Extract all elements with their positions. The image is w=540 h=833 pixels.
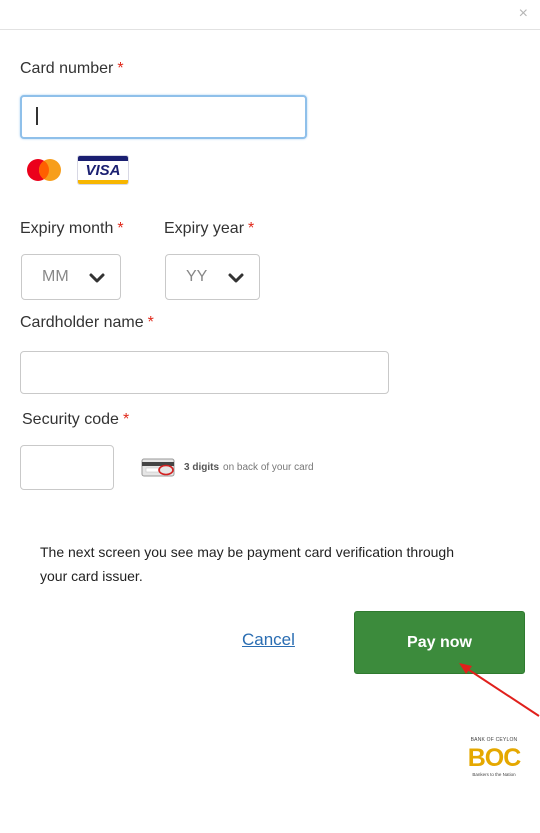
security-code-hint: 3 digits on back of your card <box>141 455 314 479</box>
required-marker: * <box>122 411 130 428</box>
cancel-link[interactable]: Cancel <box>242 630 295 650</box>
cardholder-name-label: Cardholder name * <box>20 314 154 332</box>
visa-text: VISA <box>85 162 121 179</box>
card-back-cvv-icon <box>141 458 175 477</box>
expiry-year-label-text: Expiry year <box>164 220 245 237</box>
chevron-down-icon <box>228 273 244 283</box>
expiry-month-label: Expiry month * <box>20 220 124 238</box>
mastercard-icon <box>27 159 61 181</box>
text-cursor <box>36 107 38 125</box>
required-marker: * <box>117 220 124 237</box>
dialog-header: × <box>0 0 540 30</box>
required-marker: * <box>147 314 154 331</box>
card-number-input[interactable] <box>20 95 307 139</box>
verification-note: The next screen you see may be payment c… <box>40 544 454 584</box>
cardholder-name-input[interactable] <box>20 351 389 394</box>
boc-logo-icon: BOC <box>468 744 523 771</box>
card-number-label: Card number * <box>20 60 124 78</box>
security-code-input[interactable] <box>20 445 114 490</box>
required-marker: * <box>248 220 255 237</box>
security-code-label-text: Security code <box>22 411 119 428</box>
accepted-cards: VISA <box>20 152 140 186</box>
bank-logo: BANK OF CEYLON BOC Bankers to the Nation <box>462 737 526 781</box>
close-icon[interactable]: × <box>519 5 528 23</box>
annotation-arrow <box>459 663 540 717</box>
required-marker: * <box>117 60 124 77</box>
card-number-label-text: Card number <box>20 60 114 77</box>
cardholder-name-label-text: Cardholder name <box>20 314 144 331</box>
expiry-year-label: Expiry year * <box>164 220 254 238</box>
security-code-label: Security code * <box>22 411 129 429</box>
expiry-year-value: YY <box>186 268 208 285</box>
chevron-down-icon <box>89 273 105 283</box>
bank-logo-bottom-text: Bankers to the Nation <box>472 772 516 777</box>
expiry-month-value: MM <box>42 268 69 285</box>
expiry-month-label-text: Expiry month <box>20 220 114 237</box>
svg-text:BOC: BOC <box>468 744 522 771</box>
security-code-hint-bold: 3 digits <box>184 461 220 473</box>
visa-icon: VISA <box>77 155 129 185</box>
security-code-hint-text: on back of your card <box>223 461 314 473</box>
expiry-year-select[interactable]: YY <box>165 254 260 300</box>
expiry-month-select[interactable]: MM <box>21 254 121 300</box>
